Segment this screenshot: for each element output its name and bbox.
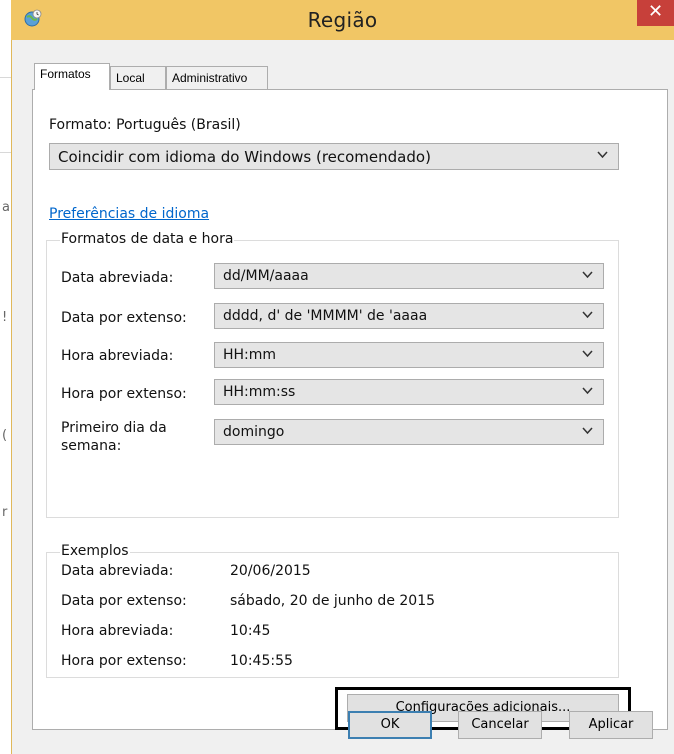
chevron-down-icon	[582, 271, 593, 279]
long-date-label: Data por extenso:	[61, 310, 187, 326]
long-time-dropdown[interactable]: HH:mm:ss	[214, 379, 604, 405]
short-date-value: dd/MM/aaaa	[223, 268, 309, 284]
formats-tab-panel: Formato: Português (Brasil) Coincidir co…	[32, 89, 668, 730]
examples-title: Exemplos	[60, 543, 130, 559]
long-time-value: HH:mm:ss	[223, 384, 296, 400]
first-day-label-line2: semana:	[61, 438, 122, 454]
language-preferences-link[interactable]: Preferências de idioma	[49, 206, 209, 222]
example-short-date-label: Data abreviada:	[61, 563, 174, 579]
short-time-label: Hora abreviada:	[61, 348, 174, 364]
chevron-down-icon	[582, 311, 593, 319]
tab-formatos[interactable]: Formatos	[34, 63, 110, 90]
short-time-dropdown[interactable]: HH:mm	[214, 342, 604, 368]
long-date-value: dddd, d' de 'MMMM' de 'aaaa	[223, 308, 428, 324]
title-bar[interactable]: Região ✕	[11, 0, 674, 40]
example-long-date-value: sábado, 20 de junho de 2015	[230, 593, 436, 609]
short-time-value: HH:mm	[223, 347, 277, 363]
chevron-down-icon	[582, 350, 593, 358]
dialog-client-area: Formatos Local Administrativo Formato: P…	[11, 40, 674, 754]
long-time-label: Hora por extenso:	[61, 386, 187, 402]
long-date-dropdown[interactable]: dddd, d' de 'MMMM' de 'aaaa	[214, 303, 604, 329]
example-short-date-value: 20/06/2015	[230, 563, 311, 579]
example-long-time-label: Hora por extenso:	[61, 653, 187, 669]
chevron-down-icon	[582, 427, 593, 435]
first-day-value: domingo	[223, 424, 285, 440]
chevron-down-icon	[597, 151, 608, 159]
window-title: Região	[307, 8, 378, 32]
example-short-time-value: 10:45	[230, 623, 271, 639]
date-time-formats-title: Formatos de data e hora	[60, 231, 235, 247]
format-label: Formato: Português (Brasil)	[49, 117, 241, 133]
ok-button[interactable]: OK	[348, 711, 432, 739]
apply-button[interactable]: Aplicar	[569, 711, 653, 739]
close-icon: ✕	[647, 1, 664, 22]
chevron-down-icon	[582, 387, 593, 395]
example-short-time-label: Hora abreviada:	[61, 623, 174, 639]
example-long-time-value: 10:45:55	[230, 653, 293, 669]
first-day-dropdown[interactable]: domingo	[214, 419, 604, 445]
cancel-button[interactable]: Cancelar	[458, 711, 542, 739]
region-dialog: Região ✕ Formatos Local Administrativo F…	[11, 0, 674, 754]
tab-administrativo[interactable]: Administrativo	[166, 66, 268, 89]
short-date-label: Data abreviada:	[61, 270, 174, 286]
short-date-dropdown[interactable]: dd/MM/aaaa	[214, 263, 604, 289]
close-button[interactable]: ✕	[637, 0, 674, 26]
format-dropdown-value: Coincidir com idioma do Windows (recomen…	[58, 148, 431, 166]
format-dropdown[interactable]: Coincidir com idioma do Windows (recomen…	[49, 143, 619, 170]
first-day-label-line1: Primeiro dia da	[61, 420, 167, 436]
tab-local[interactable]: Local	[110, 66, 166, 89]
example-long-date-label: Data por extenso:	[61, 593, 187, 609]
